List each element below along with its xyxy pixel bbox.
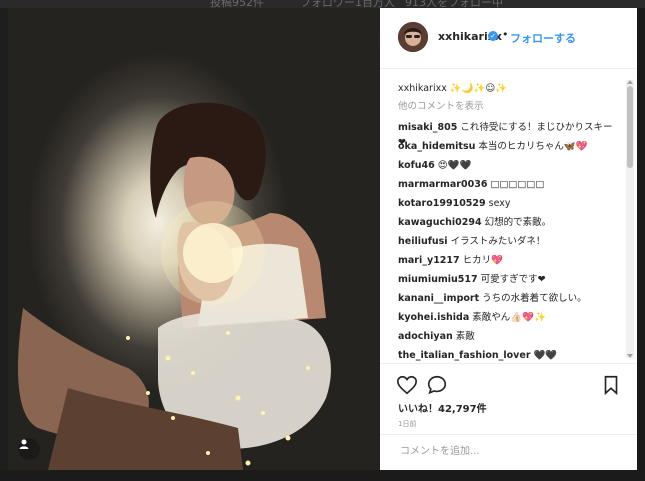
follow-button[interactable]: フォローする bbox=[510, 30, 576, 46]
comment-text: イラストみたいダネ！ bbox=[450, 236, 546, 247]
post-detail-panel: xxhikarixx ✓ • フォローする xxhikarixx ✨🌙✨☺✨ 他… bbox=[380, 8, 637, 470]
user-tag-button[interactable] bbox=[18, 438, 40, 460]
comment-row: mari_y1217 ヒカリ💖 bbox=[398, 253, 620, 268]
bg-post-count: 投稿952件 bbox=[210, 0, 264, 8]
comment-row: adochiyan 素敵 bbox=[398, 329, 620, 344]
comment-scrollbar[interactable] bbox=[626, 80, 634, 358]
comment-row: marmarmar0036 □□□□□□ bbox=[398, 177, 620, 192]
comment-input[interactable] bbox=[398, 445, 622, 458]
avatar-image bbox=[398, 22, 428, 52]
comment-text: うちの水着着て欲しい。 bbox=[482, 293, 587, 304]
comment-text: 本当のヒカリちゃん🦋💖 bbox=[478, 141, 588, 152]
comment-username[interactable]: the_italian_fashion_lover bbox=[398, 350, 531, 361]
background-overlay-bottom bbox=[0, 470, 645, 481]
avatar[interactable] bbox=[398, 22, 428, 52]
comment-text: ヒカリ💖 bbox=[462, 255, 504, 266]
bookmark-icon[interactable] bbox=[600, 374, 622, 396]
background-profile-stats: 投稿952件 フォロワー1百万人 913人をフォロー中 bbox=[0, 0, 645, 8]
bg-follower-count: フォロワー1百万人 bbox=[300, 0, 395, 8]
post-photo[interactable] bbox=[8, 8, 380, 470]
comment-text: 可愛すぎです❤ bbox=[480, 274, 546, 285]
comment-username[interactable]: adochiyan bbox=[398, 331, 453, 342]
comment-username[interactable]: kanani__import bbox=[398, 293, 479, 304]
comment-text: □□□□□□ bbox=[490, 179, 545, 190]
comment-row: kawaguchi0294 幻想的で素敵。 bbox=[398, 215, 620, 230]
comment-row: miumiumiu517 可愛すぎです❤ bbox=[398, 272, 620, 287]
comment-username[interactable]: marmarmar0036 bbox=[398, 179, 487, 190]
comment-username[interactable]: heiliufusi bbox=[398, 236, 448, 247]
heart-icon[interactable] bbox=[396, 374, 418, 396]
comment-username[interactable]: mari_y1217 bbox=[398, 255, 460, 266]
post-timestamp: 1日前 bbox=[398, 420, 417, 428]
comment-row: kanani__import うちの水着着て欲しい。 bbox=[398, 291, 620, 306]
person-icon bbox=[19, 439, 29, 449]
comment-text: sexy bbox=[488, 198, 511, 209]
scroll-down-arrow-icon[interactable] bbox=[627, 354, 633, 358]
comment-row: heiliufusi イラストみたいダネ！ bbox=[398, 234, 620, 249]
photo-illustration bbox=[18, 102, 331, 470]
post-actions: いいね！42,797件 1日前 bbox=[380, 363, 637, 434]
comment-text: 😍🖤🖤 bbox=[437, 160, 472, 171]
comment-list: xxhikarixx ✨🌙✨☺✨ 他のコメントを表示 misaki_805 これ… bbox=[380, 69, 625, 363]
comment-text: 幻想的で素敵。 bbox=[484, 217, 552, 228]
post-header: xxhikarixx ✓ • フォローする bbox=[380, 8, 637, 69]
view-more-comments-link[interactable]: 他のコメントを表示 bbox=[398, 99, 620, 114]
comment-username[interactable]: oka_hidemitsu bbox=[398, 141, 475, 152]
comment-row: the_italian_fashion_lover 🖤🖤 bbox=[398, 348, 620, 363]
comment-row: kyohei.ishida 素敵やん👍🏻💖✨ bbox=[398, 310, 620, 325]
comment-row: kotaro19910529 sexy bbox=[398, 196, 620, 211]
comment-text: 🖤🖤 bbox=[533, 350, 558, 361]
background-overlay-left bbox=[0, 8, 8, 481]
bg-following-count: 913人をフォロー中 bbox=[405, 0, 503, 8]
separator-dot: • bbox=[502, 28, 509, 41]
background-overlay-right bbox=[637, 8, 645, 481]
comment-username[interactable]: miumiumiu517 bbox=[398, 274, 478, 285]
like-count[interactable]: いいね！42,797件 bbox=[398, 400, 487, 415]
comment-username[interactable]: kawaguchi0294 bbox=[398, 217, 482, 228]
comment-username[interactable]: kofu46 bbox=[398, 160, 435, 171]
comment-username[interactable]: kotaro19910529 bbox=[398, 198, 486, 209]
caption: xxhikarixx ✨🌙✨☺✨ bbox=[398, 83, 508, 94]
comment-username[interactable]: kyohei.ishida bbox=[398, 312, 469, 323]
comment-text: 素敵やん👍🏻💖✨ bbox=[472, 312, 546, 323]
comment-row: oka_hidemitsu 本当のヒカリちゃん🦋💖 bbox=[398, 139, 620, 154]
add-comment-area bbox=[380, 434, 637, 471]
comment-username[interactable]: misaki_805 bbox=[398, 122, 457, 133]
scroll-thumb[interactable] bbox=[627, 86, 633, 168]
comment-text: 素敵 bbox=[455, 331, 475, 342]
scroll-up-arrow-icon[interactable] bbox=[627, 80, 633, 84]
verified-badge-icon: ✓ bbox=[488, 31, 498, 41]
comment-row: kofu46 😍🖤🖤 bbox=[398, 158, 620, 173]
speech-bubble-icon[interactable] bbox=[426, 374, 448, 396]
